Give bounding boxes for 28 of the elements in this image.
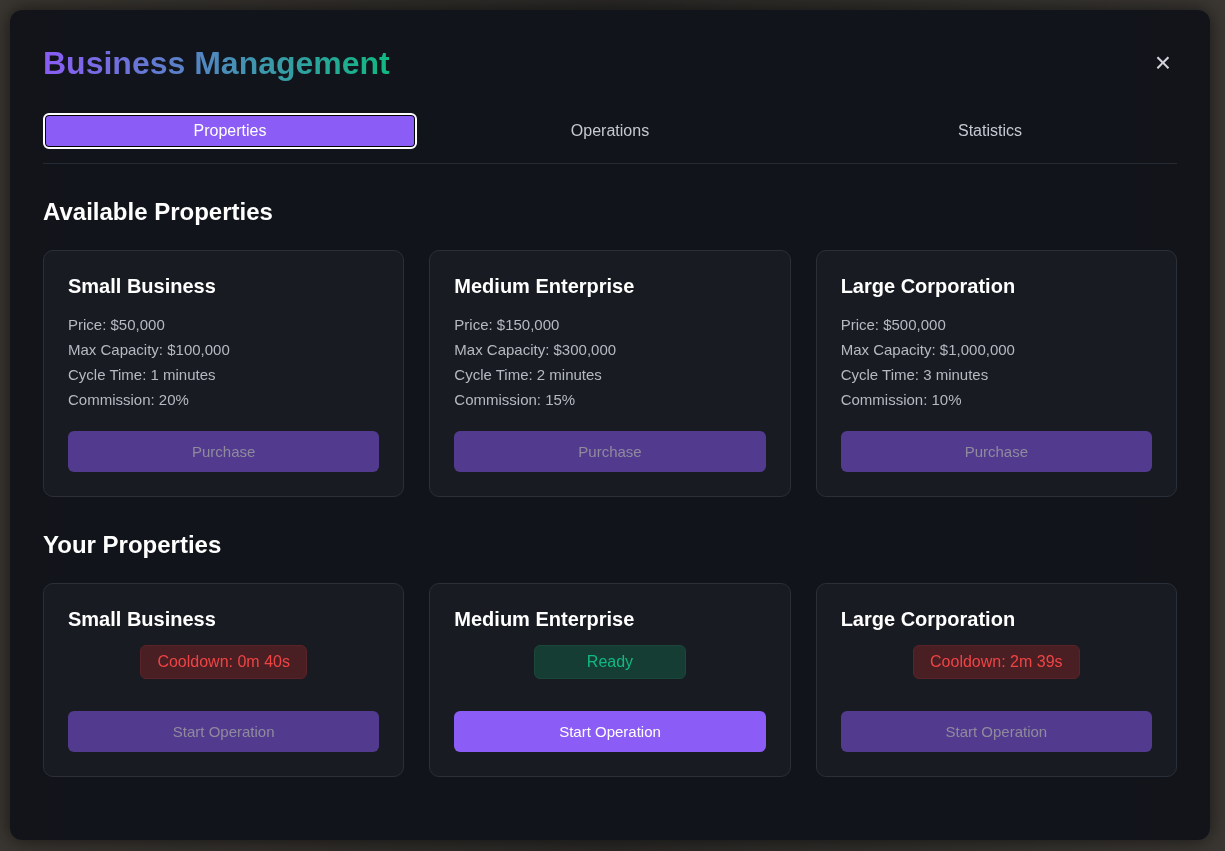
status-badge: Cooldown: 2m 39s <box>913 645 1080 679</box>
start-operation-button[interactable]: Start Operation <box>454 711 766 752</box>
section-heading: Your Properties <box>43 531 223 559</box>
property-name: Small Business <box>68 608 217 631</box>
tab[interactable]: Statistics <box>803 113 1177 149</box>
property-name: Medium Enterprise <box>454 275 636 298</box>
property-detail: Cycle Time: 1 minutes <box>68 365 217 385</box>
status-badge: Cooldown: 0m 40s <box>140 645 307 679</box>
status-badge: Ready <box>534 645 686 679</box>
property-detail: Max Capacity: $1,000,000 <box>840 340 1016 360</box>
property-name: Medium Enterprise <box>454 608 636 631</box>
property-detail: Max Capacity: $100,000 <box>68 340 231 360</box>
property-detail: Cycle Time: 3 minutes <box>840 365 990 385</box>
property-name: Large Corporation <box>840 275 1017 298</box>
property-detail: Price: $50,000 <box>68 315 166 335</box>
section-heading: Available Properties <box>43 198 274 226</box>
property-detail: Commission: 15% <box>454 390 577 410</box>
property-detail: Price: $500,000 <box>840 315 947 335</box>
property-detail: Commission: 20% <box>68 390 190 410</box>
property-detail: Commission: 10% <box>840 390 963 410</box>
close-button[interactable]: × <box>1150 49 1175 77</box>
property-name: Small Business <box>68 275 217 298</box>
property-detail: Price: $150,000 <box>454 315 561 335</box>
property-detail: Max Capacity: $300,000 <box>454 340 618 360</box>
tab[interactable]: Operations <box>423 113 797 149</box>
property-detail: Cycle Time: 2 minutes <box>454 365 603 385</box>
tab[interactable]: Properties <box>43 113 417 149</box>
property-name: Large Corporation <box>840 608 1017 631</box>
